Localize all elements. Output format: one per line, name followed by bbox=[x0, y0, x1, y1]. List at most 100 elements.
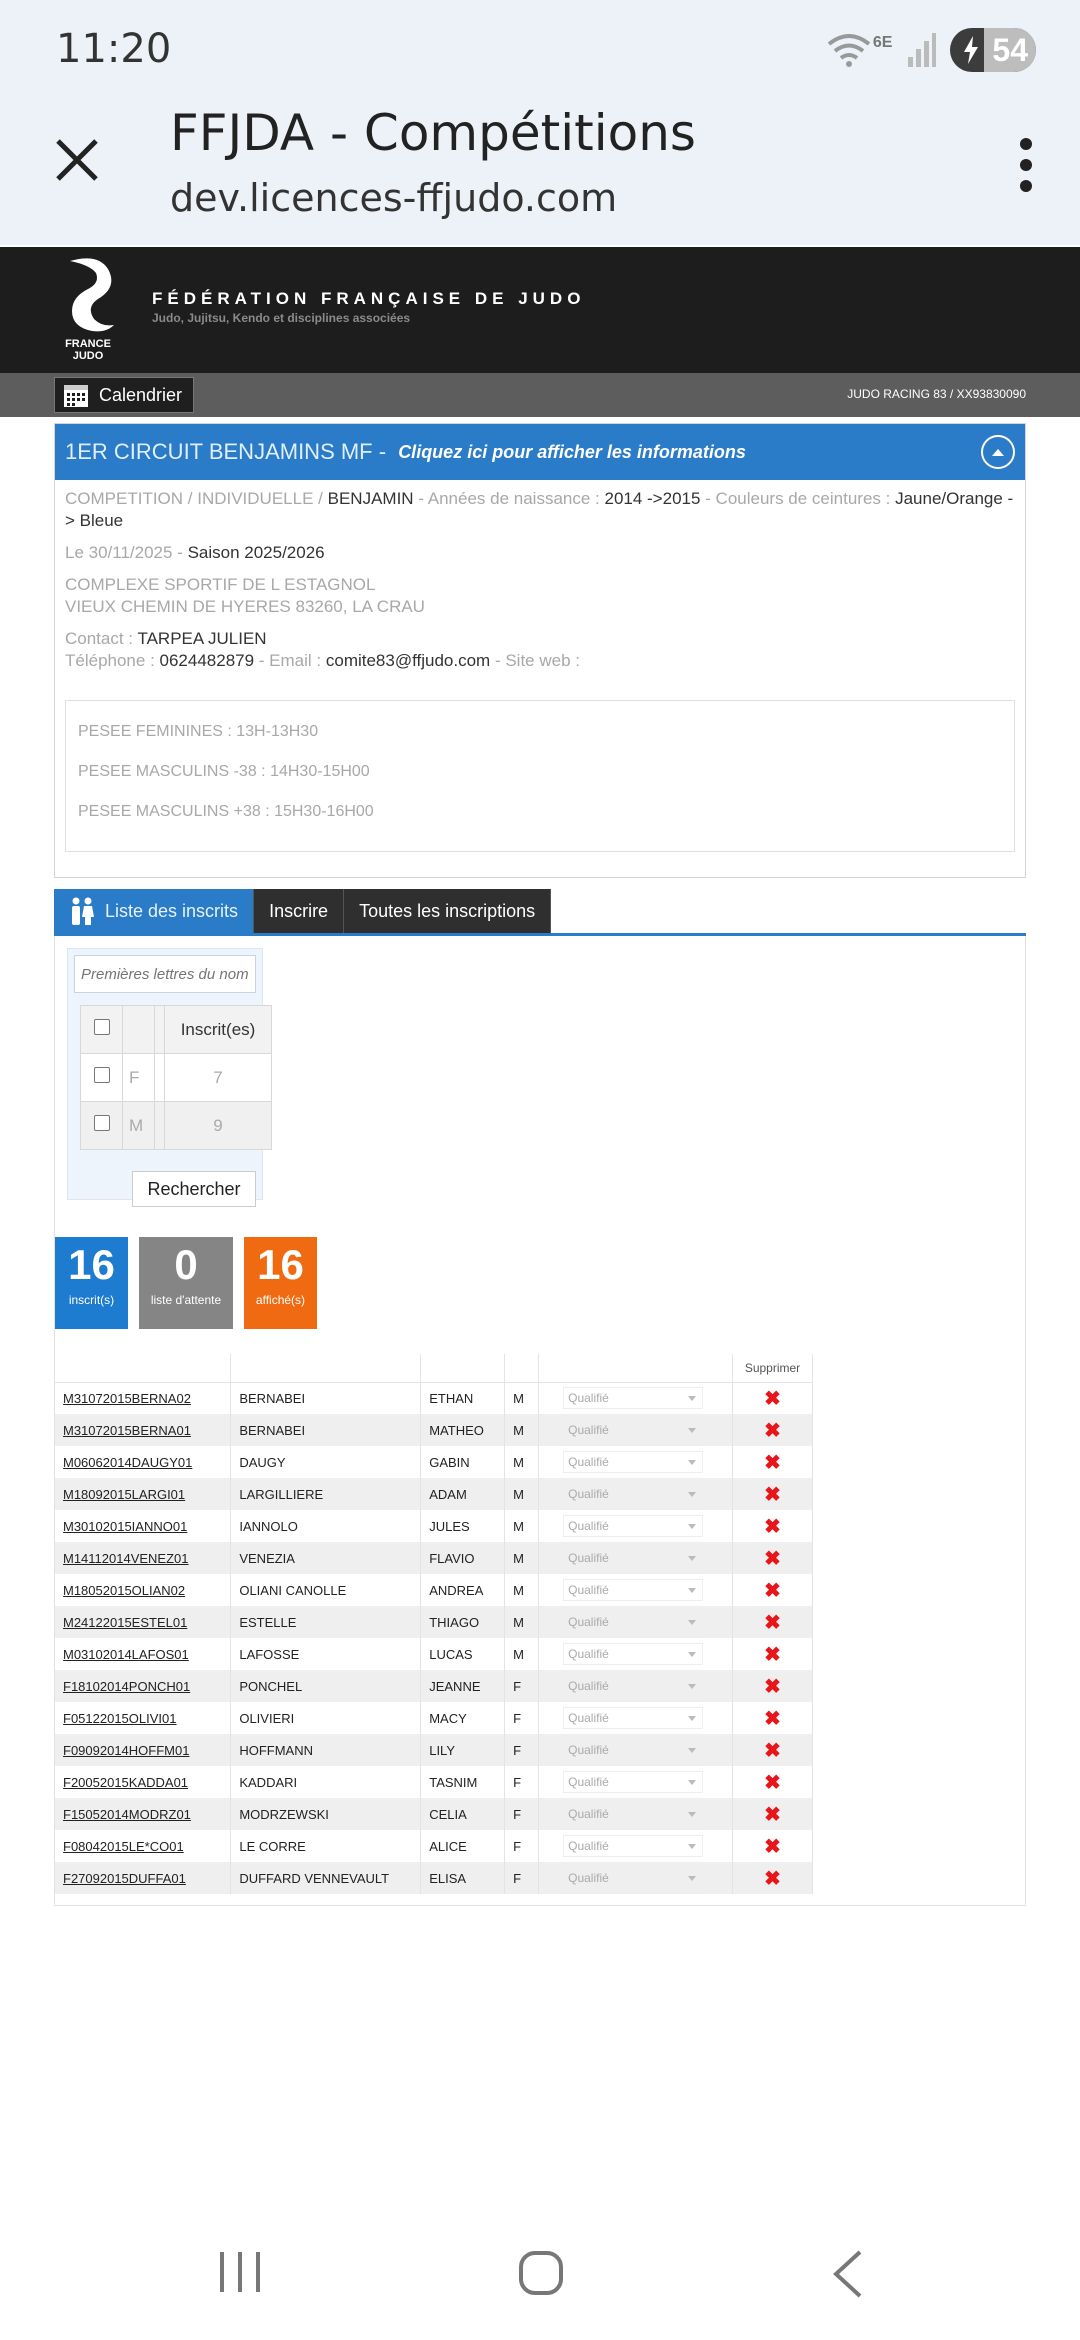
contact-name: TARPEA JULIEN bbox=[137, 629, 267, 648]
status-select[interactable]: Qualifié bbox=[563, 1643, 704, 1665]
status-cell: Qualifié bbox=[538, 1542, 734, 1574]
home-icon[interactable] bbox=[518, 2250, 564, 2296]
back-icon[interactable] bbox=[830, 2250, 864, 2298]
last-name: DUFFARD VENNEVAULT bbox=[230, 1862, 422, 1894]
system-nav-bar bbox=[0, 2210, 1080, 2340]
status-select[interactable]: Qualifié bbox=[563, 1579, 704, 1601]
license-code[interactable]: M18052015OLIAN02 bbox=[55, 1574, 232, 1606]
license-code[interactable]: F27092015DUFFA01 bbox=[55, 1862, 232, 1894]
delete-icon[interactable]: ✖ bbox=[732, 1830, 813, 1862]
license-code[interactable]: M14112014VENEZ01 bbox=[55, 1542, 232, 1574]
people-icon bbox=[72, 897, 94, 925]
status-cell: Qualifié bbox=[538, 1830, 734, 1862]
filter-m-checkbox[interactable] bbox=[93, 1115, 110, 1131]
license-code[interactable]: F09092014HOFFM01 bbox=[55, 1734, 232, 1766]
sex: M bbox=[504, 1606, 540, 1638]
license-code[interactable]: M24122015ESTEL01 bbox=[55, 1606, 232, 1638]
status-select[interactable]: Qualifié bbox=[563, 1515, 704, 1537]
filter-count: 7 bbox=[164, 1053, 272, 1102]
table-row: M30102015IANNO01 IANNOLO JULES M Qualifié ✖ bbox=[55, 1510, 813, 1542]
delete-icon[interactable]: ✖ bbox=[732, 1542, 813, 1574]
delete-header: Supprimer bbox=[732, 1354, 813, 1383]
license-code[interactable]: M31072015BERNA01 bbox=[55, 1414, 232, 1446]
tab-registered-list[interactable]: Liste des inscrits bbox=[54, 889, 255, 933]
license-code[interactable]: M30102015IANNO01 bbox=[55, 1510, 232, 1542]
license-code[interactable]: F18102014PONCH01 bbox=[55, 1670, 232, 1702]
status-select[interactable]: Qualifié bbox=[563, 1803, 704, 1825]
filter-sex: F bbox=[122, 1053, 155, 1102]
status-select[interactable]: Qualifié bbox=[563, 1419, 704, 1441]
delete-icon[interactable]: ✖ bbox=[732, 1798, 813, 1830]
status-select[interactable]: Qualifié bbox=[563, 1867, 704, 1889]
name-search-input[interactable] bbox=[74, 955, 256, 993]
license-code[interactable]: M06062014DAUGY01 bbox=[55, 1446, 232, 1478]
delete-icon[interactable]: ✖ bbox=[732, 1734, 813, 1766]
status-select[interactable]: Qualifié bbox=[563, 1771, 704, 1793]
search-button[interactable]: Rechercher bbox=[132, 1171, 256, 1207]
status-cell: Qualifié bbox=[538, 1574, 734, 1606]
email[interactable]: comite83@ffjudo.com bbox=[326, 651, 490, 670]
note: PESEE MASCULINS -38 : 14H30-15H00 bbox=[78, 763, 370, 780]
tab-bar: Liste des inscrits Inscrire Toutes les i… bbox=[54, 889, 552, 933]
license-code[interactable]: M03102014LAFOS01 bbox=[55, 1638, 232, 1670]
delete-icon[interactable]: ✖ bbox=[732, 1510, 813, 1542]
sex: M bbox=[504, 1478, 540, 1510]
charging-icon bbox=[964, 36, 979, 64]
delete-icon[interactable]: ✖ bbox=[732, 1606, 813, 1638]
tab-all-registrations[interactable]: Toutes les inscriptions bbox=[344, 889, 552, 933]
chevron-down-icon bbox=[688, 1395, 697, 1401]
delete-icon[interactable]: ✖ bbox=[732, 1670, 813, 1702]
delete-icon[interactable]: ✖ bbox=[732, 1414, 813, 1446]
delete-icon[interactable]: ✖ bbox=[732, 1638, 813, 1670]
status-select[interactable]: Qualifié bbox=[563, 1451, 704, 1473]
status-select[interactable]: Qualifié bbox=[563, 1675, 704, 1697]
status-select[interactable]: Qualifié bbox=[563, 1483, 704, 1505]
license-code[interactable]: F05122015OLIVI01 bbox=[55, 1702, 232, 1734]
first-name: LILY bbox=[420, 1734, 506, 1766]
sex: M bbox=[504, 1542, 540, 1574]
license-code[interactable]: F15052014MODRZ01 bbox=[55, 1798, 232, 1830]
status-select[interactable]: Qualifié bbox=[563, 1835, 704, 1857]
status-select[interactable]: Qualifié bbox=[563, 1707, 704, 1729]
license-code[interactable]: M31072015BERNA02 bbox=[55, 1382, 232, 1414]
close-icon[interactable] bbox=[52, 135, 102, 185]
license-code[interactable]: F20052015KADDA01 bbox=[55, 1766, 232, 1798]
table-row: M18092015LARGI01 LARGILLIERE ADAM M Qualifié… bbox=[55, 1478, 813, 1510]
status-select[interactable]: Qualifié bbox=[563, 1611, 704, 1633]
competition-header[interactable]: 1ER CIRCUIT BENJAMINS MF - Cliquez ici p… bbox=[55, 424, 1025, 480]
chevron-down-icon bbox=[688, 1843, 697, 1849]
displayed-counter: 16 affiché(s) bbox=[244, 1237, 317, 1329]
license-code[interactable]: M18092015LARGI01 bbox=[55, 1478, 232, 1510]
signal-icon bbox=[908, 33, 937, 67]
note: PESEE MASCULINS +38 : 15H30-16H00 bbox=[78, 803, 374, 820]
delete-icon[interactable]: ✖ bbox=[732, 1766, 813, 1798]
collapse-button[interactable] bbox=[981, 435, 1015, 469]
first-name: ALICE bbox=[420, 1830, 506, 1862]
calendar-icon bbox=[64, 385, 88, 407]
first-name: JEANNE bbox=[420, 1670, 506, 1702]
delete-icon[interactable]: ✖ bbox=[732, 1862, 813, 1894]
delete-icon[interactable]: ✖ bbox=[732, 1446, 813, 1478]
status-select[interactable]: Qualifié bbox=[563, 1387, 704, 1410]
status-select[interactable]: Qualifié bbox=[563, 1547, 704, 1569]
delete-icon[interactable]: ✖ bbox=[732, 1478, 813, 1510]
last-name: ESTELLE bbox=[230, 1606, 422, 1638]
sex: F bbox=[504, 1830, 540, 1862]
status-cell: Qualifié bbox=[538, 1798, 734, 1830]
status-time: 11:20 bbox=[56, 26, 172, 72]
show-info-link[interactable]: Cliquez ici pour afficher les informatio… bbox=[398, 442, 746, 463]
last-name: LE CORRE bbox=[230, 1830, 422, 1862]
calendar-button[interactable]: Calendrier bbox=[54, 377, 194, 413]
delete-icon[interactable]: ✖ bbox=[732, 1574, 813, 1606]
delete-icon[interactable]: ✖ bbox=[732, 1382, 813, 1414]
more-options-icon[interactable] bbox=[1020, 138, 1034, 192]
filter-box: Inscrit(es) F 7 M 9 Rechercher bbox=[67, 948, 272, 1207]
status-select[interactable]: Qualifié bbox=[563, 1739, 704, 1761]
filter-f-checkbox[interactable] bbox=[93, 1067, 110, 1083]
recent-apps-icon[interactable] bbox=[218, 2250, 262, 2294]
tab-register[interactable]: Inscrire bbox=[254, 889, 345, 933]
delete-icon[interactable]: ✖ bbox=[732, 1702, 813, 1734]
logo-text: FRANCE JUDO bbox=[65, 338, 111, 362]
license-code[interactable]: F08042015LE*CO01 bbox=[55, 1830, 232, 1862]
select-all-checkbox[interactable] bbox=[93, 1019, 110, 1035]
